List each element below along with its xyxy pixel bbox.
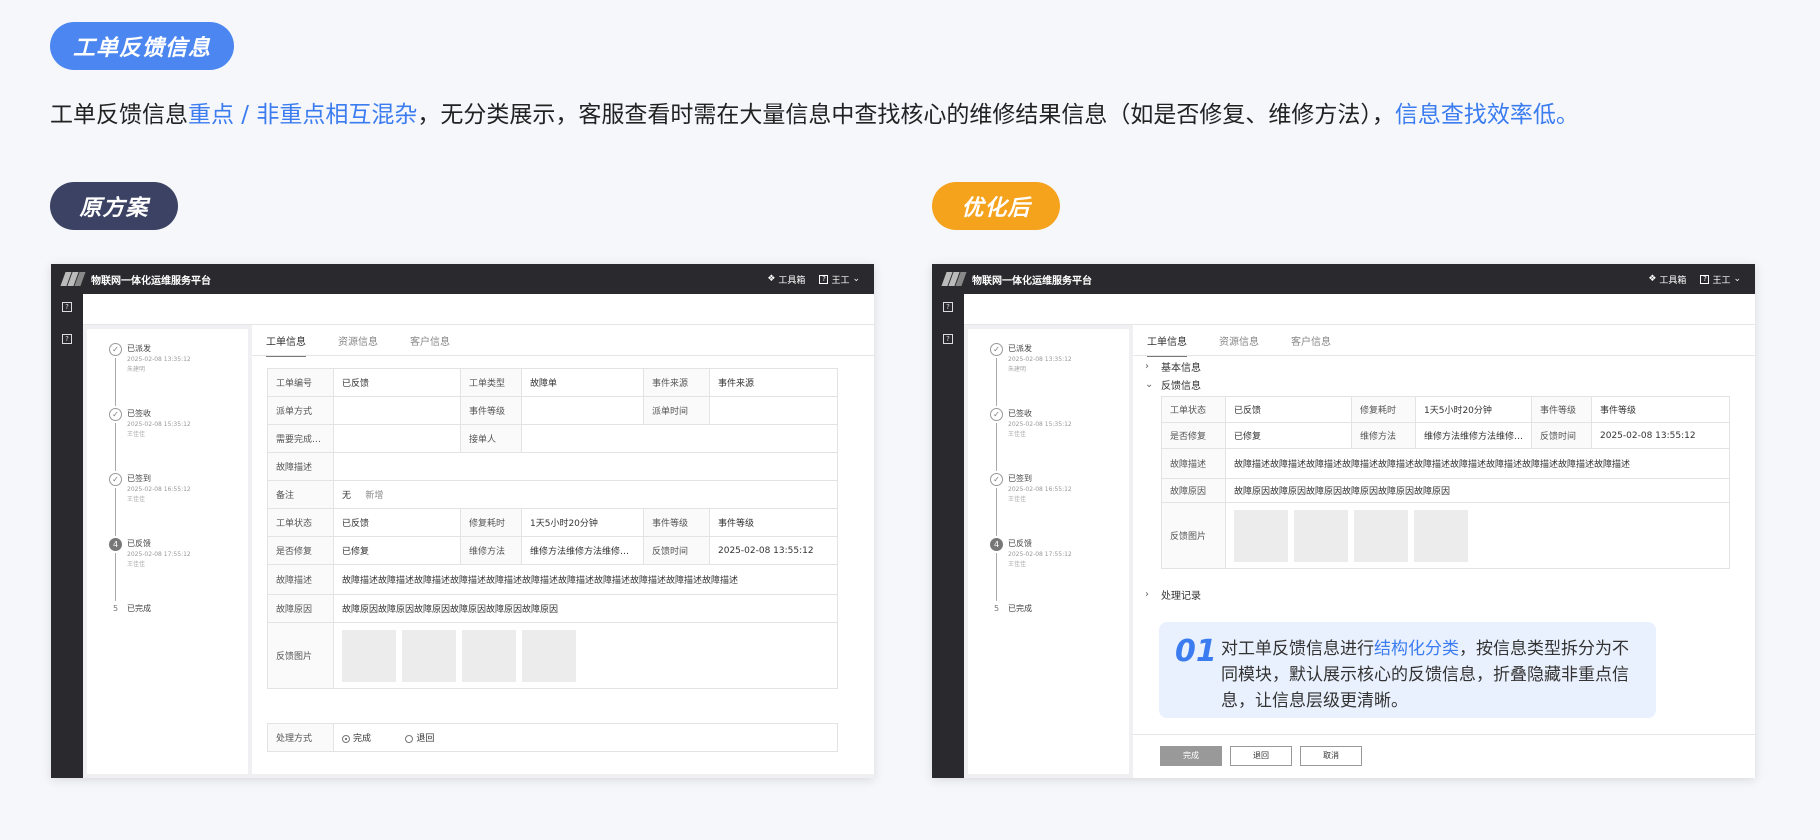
annotation-callout: 01 对工单反馈信息进行结构化分类，按信息类型拆分为不同模块，默认展示核心的反馈… bbox=[1159, 622, 1656, 718]
side-rail: ? ? bbox=[932, 294, 964, 778]
content-area: ✓ 已派发 2025-02-08 13:35:12 朱建明 ✓ 已签收 2025… bbox=[83, 325, 874, 778]
check-icon: ✓ bbox=[109, 408, 122, 421]
chevron-down-icon: ⌄ bbox=[1145, 379, 1154, 390]
original-window: 物联网一体化运维服务平台 ❖ 工具箱 ? 王工 ⌄ ? ? ✓ 已派发 2025-02… bbox=[51, 264, 874, 778]
app-logo-icon bbox=[60, 272, 86, 286]
section-feedback-info[interactable]: ⌄ 反馈信息 bbox=[1145, 377, 1201, 392]
check-icon: ✓ bbox=[990, 343, 1003, 356]
feedback-image[interactable] bbox=[1354, 509, 1408, 562]
feedback-image[interactable] bbox=[1414, 509, 1468, 562]
toolbox-button[interactable]: ❖ 工具箱 bbox=[767, 273, 805, 286]
app-brand: 物联网一体化运维服务平台 bbox=[91, 275, 211, 287]
step-number: 5 bbox=[990, 603, 1003, 616]
user-icon: ? bbox=[1700, 274, 1710, 284]
callout-text: 对工单反馈信息进行结构化分类，按信息类型拆分为不同模块，默认展示核心的反馈信息，… bbox=[1221, 639, 1629, 711]
feedback-image[interactable] bbox=[462, 629, 516, 682]
done-button[interactable]: 完成 bbox=[1160, 746, 1222, 766]
cancel-button[interactable]: 取消 bbox=[1300, 746, 1362, 766]
app-topbar: 物联网一体化运维服务平台 ❖ 工具箱 ? 王工 ⌄ bbox=[932, 264, 1755, 294]
action-bar: 完成 退回 取消 bbox=[1133, 734, 1755, 778]
check-icon: ✓ bbox=[990, 408, 1003, 421]
check-icon: ✓ bbox=[990, 473, 1003, 486]
sub-toolbar bbox=[83, 294, 874, 325]
side-rail: ? ? bbox=[51, 294, 83, 778]
add-note-link[interactable]: 新增 bbox=[365, 491, 383, 501]
rail-doc-icon[interactable]: ? bbox=[943, 334, 953, 344]
feedback-image[interactable] bbox=[342, 629, 396, 682]
feedback-images bbox=[333, 622, 838, 689]
feedback-image[interactable] bbox=[522, 629, 576, 682]
tab-order-info[interactable]: 工单信息 bbox=[1147, 333, 1187, 357]
optimized-window: 物联网一体化运维服务平台 ❖ 工具箱 ? 王工 ⌄ ? ? ✓ 已派发 2025-02… bbox=[932, 264, 1755, 778]
back-button[interactable]: 退回 bbox=[1230, 746, 1292, 766]
chevron-right-icon: › bbox=[1145, 361, 1149, 372]
user-menu[interactable]: ? 王工 ⌄ bbox=[1700, 273, 1741, 286]
chevron-right-icon: › bbox=[1145, 589, 1149, 600]
toolbox-button[interactable]: ❖ 工具箱 bbox=[1648, 273, 1686, 286]
tab-bar: 工单信息 资源信息 客户信息 bbox=[1147, 333, 1331, 357]
feedback-image[interactable] bbox=[1294, 509, 1348, 562]
feedback-image[interactable] bbox=[402, 629, 456, 682]
feedback-images bbox=[1225, 502, 1730, 569]
check-icon: ✓ bbox=[109, 473, 122, 486]
rail-help-icon[interactable]: ? bbox=[943, 302, 953, 312]
feedback-info-table: 工单状态 已反馈 修复耗时 1天5小时20分钟 事件等级 事件等级 是否修复 已修复 维… bbox=[1161, 396, 1730, 569]
tab-resource-info[interactable]: 资源信息 bbox=[338, 333, 378, 357]
user-icon: ? bbox=[819, 274, 829, 284]
tab-customer-info[interactable]: 客户信息 bbox=[1291, 333, 1331, 357]
app-topbar: 物联网一体化运维服务平台 ❖ 工具箱 ? 王工 ⌄ bbox=[51, 264, 874, 294]
main-pane: 工单信息 资源信息 客户信息 工单编号 已反馈 工单类型 故障单 事件来源 事件来源 … bbox=[252, 325, 874, 774]
section-basic-info[interactable]: › 基本信息 bbox=[1145, 359, 1201, 374]
feedback-image[interactable] bbox=[1234, 509, 1288, 562]
progress-timeline: ✓ 已派发 2025-02-08 13:35:12 朱建明 ✓ 已签收 2025… bbox=[968, 329, 1129, 774]
tab-bar: 工单信息 资源信息 客户信息 bbox=[266, 333, 450, 357]
sub-toolbar bbox=[964, 294, 1755, 325]
rail-doc-icon[interactable]: ? bbox=[62, 334, 72, 344]
check-icon: ✓ bbox=[109, 343, 122, 356]
app-logo-icon bbox=[941, 272, 967, 286]
step-number: 5 bbox=[109, 603, 122, 616]
optimized-pill: 优化后 bbox=[932, 182, 1060, 230]
radio-back[interactable]: 退回 bbox=[405, 734, 434, 744]
callout-number: 01 bbox=[1175, 634, 1217, 669]
intro-text: 工单反馈信息重点 / 非重点相互混杂，无分类展示，客服查看时需在大量信息中查找核… bbox=[50, 102, 1579, 128]
order-info-table: 工单编号 已反馈 工单类型 故障单 事件来源 事件来源 派单方式 事件等级 派单时间 … bbox=[267, 368, 838, 689]
title-pill: 工单反馈信息 bbox=[50, 22, 234, 70]
app-brand: 物联网一体化运维服务平台 bbox=[972, 275, 1092, 287]
tab-resource-info[interactable]: 资源信息 bbox=[1219, 333, 1259, 357]
original-scheme-pill: 原方案 bbox=[50, 182, 178, 230]
tab-customer-info[interactable]: 客户信息 bbox=[410, 333, 450, 357]
section-process-records[interactable]: › 处理记录 bbox=[1145, 587, 1201, 602]
step-number: 4 bbox=[990, 538, 1003, 551]
tab-order-info[interactable]: 工单信息 bbox=[266, 333, 306, 357]
handle-method-table: 处理方式 完成 退回 bbox=[267, 723, 838, 752]
toolbox-icon: ❖ bbox=[767, 274, 776, 284]
step-number: 4 bbox=[109, 538, 122, 551]
user-menu[interactable]: ? 王工 ⌄ bbox=[819, 273, 860, 286]
chevron-down-icon: ⌄ bbox=[852, 274, 860, 284]
rail-help-icon[interactable]: ? bbox=[62, 302, 72, 312]
progress-timeline: ✓ 已派发 2025-02-08 13:35:12 朱建明 ✓ 已签收 2025… bbox=[87, 329, 248, 774]
toolbox-icon: ❖ bbox=[1648, 274, 1657, 284]
chevron-down-icon: ⌄ bbox=[1733, 274, 1741, 284]
radio-done[interactable]: 完成 bbox=[342, 734, 371, 744]
